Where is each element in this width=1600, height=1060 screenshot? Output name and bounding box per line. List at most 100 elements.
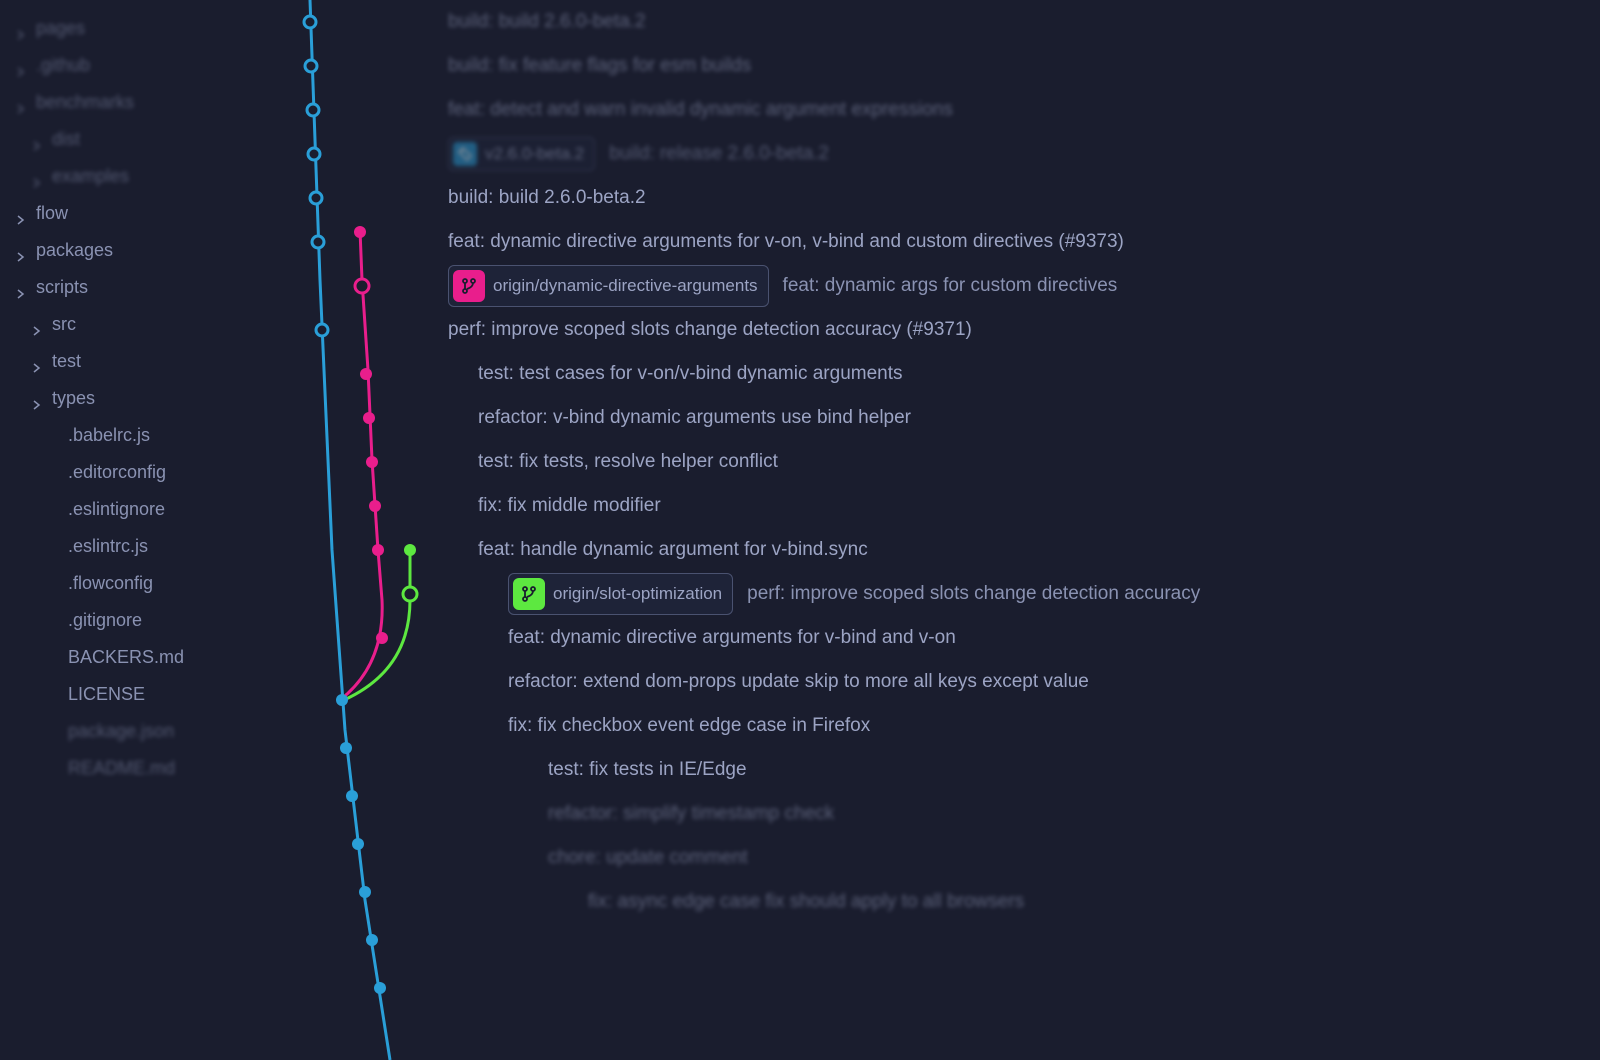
tree-item-label: benchmarks: [36, 92, 134, 113]
commit-message: refactor: simplify timestamp check: [548, 803, 834, 825]
commit-message: test: test cases for v-on/v-bind dynamic…: [478, 363, 903, 385]
branch-label: origin/dynamic-directive-arguments: [493, 276, 758, 296]
tree-item-scripts[interactable]: scripts: [0, 269, 280, 306]
branch-label: origin/slot-optimization: [553, 584, 722, 604]
commit-row[interactable]: perf: improve scoped slots change detect…: [440, 308, 1600, 352]
commit-row[interactable]: feat: detect and warn invalid dynamic ar…: [440, 88, 1600, 132]
commit-message: feat: dynamic directive arguments for v-…: [508, 627, 956, 649]
commit-message: build: fix feature flags for esm builds: [448, 55, 751, 77]
tree-item-label: .gitignore: [68, 610, 142, 631]
tree-item-examples[interactable]: examples: [0, 158, 280, 195]
commit-message: build: build 2.6.0-beta.2: [448, 187, 646, 209]
tree-item-src[interactable]: src: [0, 306, 280, 343]
tree-item-license[interactable]: LICENSE: [0, 676, 280, 713]
chevron-right-icon: [16, 61, 26, 71]
commit-row[interactable]: origin/dynamic-directive-arguments feat: …: [440, 264, 1600, 308]
commit-row[interactable]: test: fix tests, resolve helper conflict: [440, 440, 1600, 484]
tree-item-label: .editorconfig: [68, 462, 166, 483]
tree-item-github[interactable]: .github: [0, 47, 280, 84]
commit-message: build: release 2.6.0-beta.2: [609, 143, 829, 165]
commit-row[interactable]: feat: dynamic directive arguments for v-…: [440, 220, 1600, 264]
tree-item-test[interactable]: test: [0, 343, 280, 380]
tree-item-packages[interactable]: packages: [0, 232, 280, 269]
commit-row[interactable]: fix: fix middle modifier: [440, 484, 1600, 528]
commit-message: test: fix tests in IE/Edge: [548, 759, 747, 781]
tree-item-label: LICENSE: [68, 684, 145, 705]
tree-item-eslintrcjs[interactable]: .eslintrc.js: [0, 528, 280, 565]
commit-row[interactable]: test: test cases for v-on/v-bind dynamic…: [440, 352, 1600, 396]
tree-item-label: src: [52, 314, 76, 335]
tree-item-backersmd[interactable]: BACKERS.md: [0, 639, 280, 676]
git-history-panel: build: build 2.6.0-beta.2 build: fix feat…: [280, 0, 1600, 1060]
chevron-right-icon: [16, 283, 26, 293]
commit-message: perf: improve scoped slots change detect…: [747, 583, 1200, 605]
tree-item-benchmarks[interactable]: benchmarks: [0, 84, 280, 121]
branch-icon: [513, 578, 545, 610]
commit-row[interactable]: chore: update comment: [440, 836, 1600, 880]
commit-message: feat: dynamic args for custom directives: [783, 275, 1118, 297]
tree-item-pages[interactable]: pages: [0, 10, 280, 47]
commit-row[interactable]: refactor: extend dom-props update skip t…: [440, 660, 1600, 704]
tag-badge[interactable]: v2.6.0-beta.2: [448, 137, 595, 171]
tree-item-gitignore[interactable]: .gitignore: [0, 602, 280, 639]
tree-item-label: types: [52, 388, 95, 409]
tree-item-label: pages: [36, 18, 85, 39]
commit-row[interactable]: fix: fix checkbox event edge case in Fir…: [440, 704, 1600, 748]
tag-label: v2.6.0-beta.2: [485, 144, 584, 164]
tree-item-packagejson[interactable]: package.json: [0, 713, 280, 750]
tree-item-label: BACKERS.md: [68, 647, 184, 668]
tree-item-flowconfig[interactable]: .flowconfig: [0, 565, 280, 602]
commit-message: build: build 2.6.0-beta.2: [448, 11, 646, 33]
tree-item-label: flow: [36, 203, 68, 224]
commit-row[interactable]: fix: async edge case fix should apply to…: [440, 880, 1600, 924]
commit-row[interactable]: feat: handle dynamic argument for v-bind…: [440, 528, 1600, 572]
git-graph-svg: [280, 0, 440, 1060]
commit-row[interactable]: test: fix tests in IE/Edge: [440, 748, 1600, 792]
chevron-right-icon: [16, 98, 26, 108]
chevron-right-icon: [32, 394, 42, 404]
chevron-right-icon: [16, 246, 26, 256]
chevron-right-icon: [16, 209, 26, 219]
commit-list: build: build 2.6.0-beta.2 build: fix feat…: [440, 0, 1600, 1060]
chevron-right-icon: [32, 172, 42, 182]
tree-item-flow[interactable]: flow: [0, 195, 280, 232]
branch-badge[interactable]: origin/dynamic-directive-arguments: [448, 265, 769, 307]
tree-item-dist[interactable]: dist: [0, 121, 280, 158]
commit-message: fix: fix middle modifier: [478, 495, 661, 517]
tree-item-label: .eslintignore: [68, 499, 165, 520]
tree-item-readmemd[interactable]: README.md: [0, 750, 280, 787]
commit-row[interactable]: v2.6.0-beta.2 build: release 2.6.0-beta.2: [440, 132, 1600, 176]
tree-item-label: .flowconfig: [68, 573, 153, 594]
commit-row[interactable]: build: fix feature flags for esm builds: [440, 44, 1600, 88]
tree-item-label: .github: [36, 55, 90, 76]
tree-item-eslintignore[interactable]: .eslintignore: [0, 491, 280, 528]
tree-item-label: .babelrc.js: [68, 425, 150, 446]
commit-message: test: fix tests, resolve helper conflict: [478, 451, 778, 473]
commit-row[interactable]: refactor: v-bind dynamic arguments use b…: [440, 396, 1600, 440]
branch-badge[interactable]: origin/slot-optimization: [508, 573, 733, 615]
tree-item-label: .eslintrc.js: [68, 536, 148, 557]
commit-message: perf: improve scoped slots change detect…: [448, 319, 972, 341]
commit-row[interactable]: origin/slot-optimization perf: improve sc…: [440, 572, 1600, 616]
commit-row[interactable]: build: build 2.6.0-beta.2: [440, 176, 1600, 220]
tree-item-label: dist: [52, 129, 80, 150]
tree-item-label: test: [52, 351, 81, 372]
branch-icon: [453, 270, 485, 302]
chevron-right-icon: [32, 135, 42, 145]
git-graph-lane: [280, 0, 440, 1060]
tree-item-editorconfig[interactable]: .editorconfig: [0, 454, 280, 491]
commit-row[interactable]: feat: dynamic directive arguments for v-…: [440, 616, 1600, 660]
tree-item-babelrcjs[interactable]: .babelrc.js: [0, 417, 280, 454]
chevron-right-icon: [32, 320, 42, 330]
commit-message: feat: detect and warn invalid dynamic ar…: [448, 99, 953, 121]
commit-row[interactable]: refactor: simplify timestamp check: [440, 792, 1600, 836]
tree-item-label: packages: [36, 240, 113, 261]
file-tree-sidebar: pages .github benchmarks dist examples flow pa…: [0, 0, 280, 1060]
commit-message: fix: fix checkbox event edge case in Fir…: [508, 715, 870, 737]
commit-row[interactable]: build: build 2.6.0-beta.2: [440, 0, 1600, 44]
tree-item-types[interactable]: types: [0, 380, 280, 417]
commit-message: refactor: extend dom-props update skip t…: [508, 671, 1089, 693]
commit-message: refactor: v-bind dynamic arguments use b…: [478, 407, 911, 429]
commit-message: feat: handle dynamic argument for v-bind…: [478, 539, 868, 561]
tree-item-label: scripts: [36, 277, 88, 298]
